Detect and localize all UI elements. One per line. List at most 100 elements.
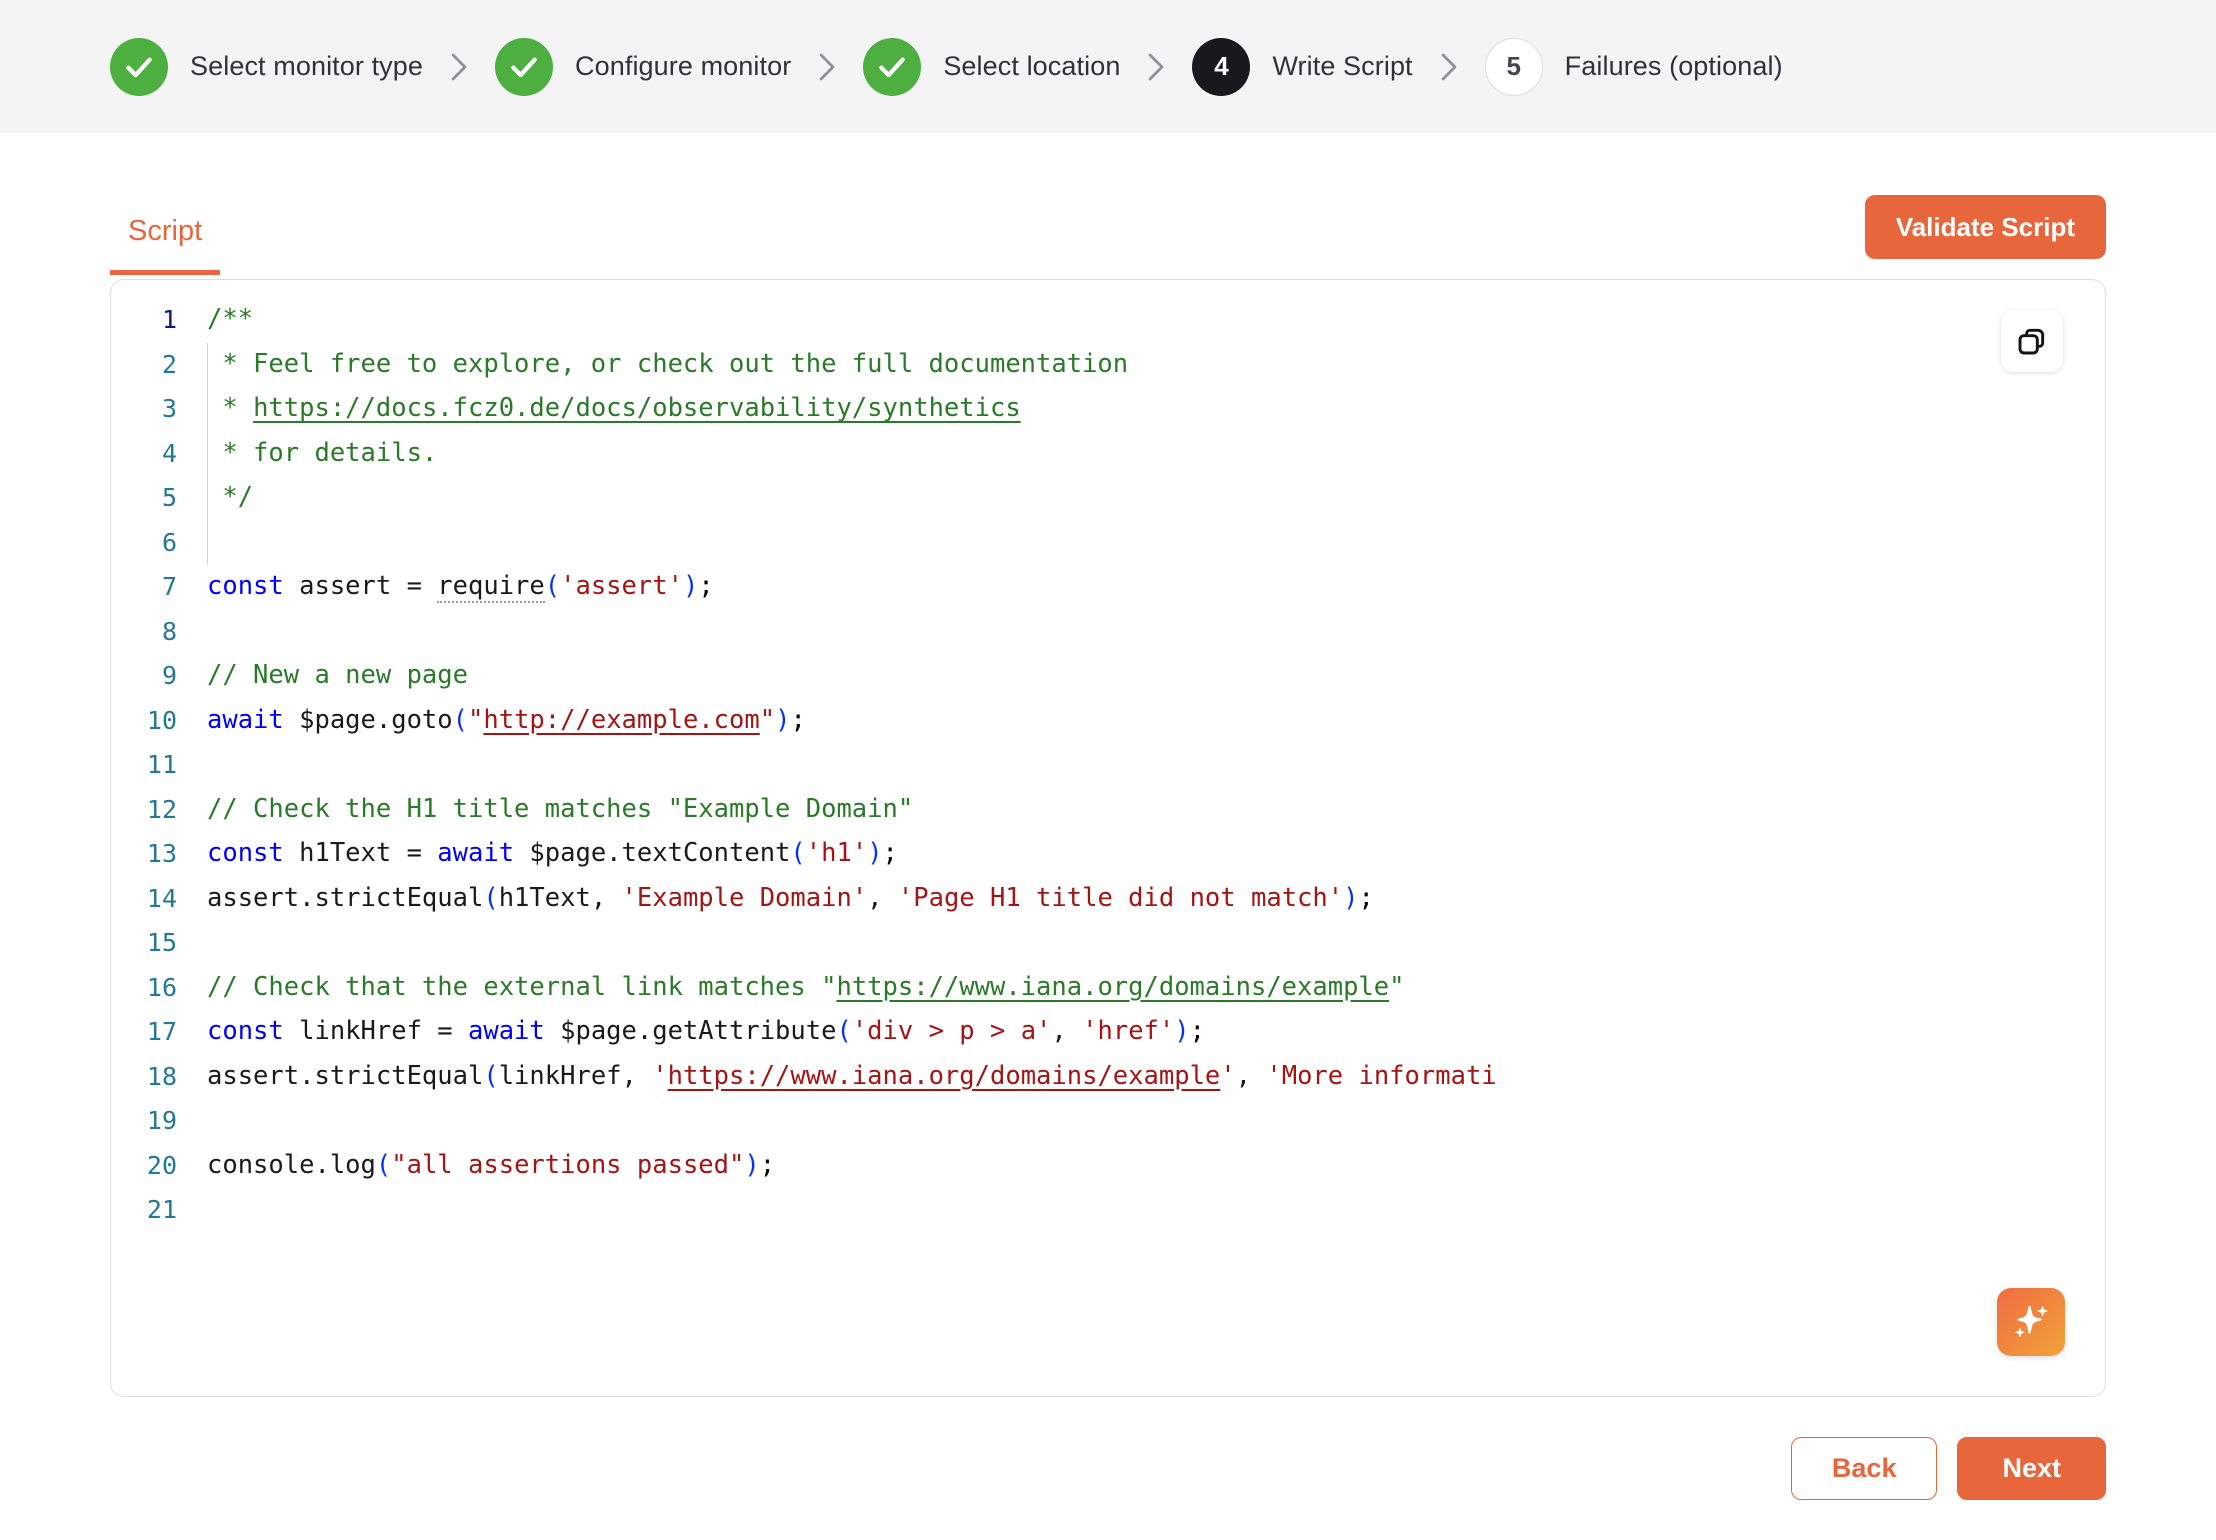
line-number: 21 bbox=[146, 1195, 177, 1224]
line-content[interactable] bbox=[207, 743, 1497, 788]
code-line: 20 console.log("all assertions passed"); bbox=[111, 1144, 1497, 1189]
line-number: 12 bbox=[146, 794, 177, 824]
tab-script[interactable]: Script bbox=[110, 209, 221, 275]
line-content[interactable]: const linkHref = await $page.getAttribut… bbox=[207, 1010, 1497, 1055]
line-number: 9 bbox=[161, 661, 177, 690]
line-number: 13 bbox=[146, 839, 177, 868]
code-editor[interactable]: 1 /** 2 * Feel free to explore, or check… bbox=[110, 279, 2106, 1397]
code-line: 1 /** bbox=[111, 298, 1497, 343]
panel-header: Script Validate Script bbox=[110, 195, 2106, 275]
line-number: 2 bbox=[161, 349, 177, 379]
code-editor-viewport[interactable]: 1 /** 2 * Feel free to explore, or check… bbox=[111, 280, 2105, 1396]
line-content[interactable]: const h1Text = await $page.textContent('… bbox=[207, 832, 1497, 877]
step-2-check-icon bbox=[495, 37, 554, 96]
code-line: 15 bbox=[111, 921, 1497, 966]
line-number: 3 bbox=[161, 394, 177, 423]
code-line: 11 bbox=[111, 743, 1497, 788]
line-number: 15 bbox=[146, 928, 177, 957]
step-3-check-icon bbox=[863, 37, 922, 96]
step-4-label: Write Script bbox=[1272, 51, 1413, 81]
code-line: 9 // New a new page bbox=[111, 654, 1497, 699]
code-line: 6 bbox=[111, 520, 1497, 565]
code-line: 12 // Check the H1 title matches "Exampl… bbox=[111, 788, 1497, 833]
step-5-number: 5 bbox=[1484, 37, 1543, 96]
line-number: 7 bbox=[161, 572, 177, 601]
line-content[interactable]: await $page.goto("http://example.com"); bbox=[207, 699, 1497, 744]
iana-url-link-assert[interactable]: https://www.iana.org/domains/example bbox=[668, 1061, 1221, 1091]
line-content[interactable]: */ bbox=[207, 476, 1497, 521]
line-number: 4 bbox=[161, 438, 177, 468]
back-button[interactable]: Back bbox=[1790, 1437, 1938, 1500]
step-2-label: Configure monitor bbox=[575, 51, 792, 81]
line-content[interactable]: console.log("all assertions passed"); bbox=[207, 1144, 1497, 1189]
step-5-label: Failures (optional) bbox=[1564, 51, 1783, 81]
main-content: Script Validate Script 1 /** 2 * Feel fr… bbox=[0, 195, 2216, 1540]
line-content[interactable]: * Feel free to explore, or check out the… bbox=[207, 342, 1497, 387]
line-number: 20 bbox=[146, 1150, 177, 1180]
chevron-right-icon bbox=[1146, 52, 1166, 82]
next-button[interactable]: Next bbox=[1957, 1437, 2106, 1500]
line-number: 8 bbox=[161, 616, 177, 646]
step-write-script[interactable]: 4 Write Script bbox=[1192, 37, 1413, 96]
editor-tabs: Script bbox=[110, 209, 221, 275]
code-line: 21 bbox=[111, 1188, 1497, 1233]
line-number: 14 bbox=[146, 883, 177, 913]
line-content[interactable]: * https://docs.fcz0.de/docs/observabilit… bbox=[207, 387, 1497, 432]
code-line: 10 await $page.goto("http://example.com"… bbox=[111, 699, 1497, 744]
line-content[interactable]: // Check that the external link matches … bbox=[207, 966, 1497, 1011]
line-content[interactable] bbox=[207, 1099, 1497, 1144]
goto-url-link[interactable]: http://example.com bbox=[483, 705, 759, 735]
code-line: 8 bbox=[111, 610, 1497, 655]
line-number: 6 bbox=[161, 527, 177, 557]
line-content[interactable] bbox=[207, 610, 1497, 655]
line-content[interactable]: /** bbox=[207, 298, 1497, 343]
code-line: 16 // Check that the external link match… bbox=[111, 966, 1497, 1011]
step-4-number: 4 bbox=[1192, 37, 1251, 96]
code-line: 18 assert.strictEqual(linkHref, 'https:/… bbox=[111, 1055, 1497, 1100]
step-3-label: Select location bbox=[943, 51, 1121, 81]
chevron-right-icon bbox=[817, 52, 837, 82]
line-number: 1 bbox=[161, 305, 177, 334]
line-content[interactable] bbox=[207, 520, 1497, 565]
step-1-check-icon bbox=[110, 37, 168, 96]
line-content[interactable]: assert.strictEqual(h1Text, 'Example Doma… bbox=[207, 877, 1497, 922]
code-line: 3 * https://docs.fcz0.de/docs/observabil… bbox=[111, 387, 1497, 432]
line-number: 16 bbox=[146, 972, 177, 1002]
code-lines: 1 /** 2 * Feel free to explore, or check… bbox=[111, 298, 1497, 1233]
code-line: 7 const assert = require('assert'); bbox=[111, 565, 1497, 610]
line-content[interactable]: * for details. bbox=[207, 431, 1497, 476]
line-content[interactable] bbox=[207, 921, 1497, 966]
line-content[interactable]: const assert = require('assert'); bbox=[207, 565, 1497, 610]
step-failures-optional[interactable]: 5 Failures (optional) bbox=[1484, 37, 1783, 96]
chevron-right-icon bbox=[449, 52, 469, 82]
code-line: 14 assert.strictEqual(h1Text, 'Example D… bbox=[111, 877, 1497, 922]
line-content[interactable] bbox=[207, 1188, 1497, 1233]
line-content[interactable]: assert.strictEqual(linkHref, 'https://ww… bbox=[207, 1055, 1497, 1100]
step-1-label: Select monitor type bbox=[190, 51, 424, 81]
step-select-location[interactable]: Select location bbox=[863, 37, 1121, 96]
code-line: 2 * Feel free to explore, or check out t… bbox=[111, 342, 1497, 387]
wizard-footer: Back Next bbox=[110, 1437, 2106, 1540]
step-select-monitor-type[interactable]: Select monitor type bbox=[110, 37, 424, 96]
line-number: 17 bbox=[146, 1017, 177, 1046]
code-line: 5 */ bbox=[111, 476, 1497, 521]
code-line: 19 bbox=[111, 1099, 1497, 1144]
code-line: 4 * for details. bbox=[111, 431, 1497, 476]
line-number: 11 bbox=[146, 750, 177, 779]
line-number: 10 bbox=[146, 705, 177, 735]
line-number: 5 bbox=[161, 483, 177, 512]
line-content[interactable]: // New a new page bbox=[207, 654, 1497, 699]
chevron-right-icon bbox=[1439, 52, 1459, 82]
code-line: 17 const linkHref = await $page.getAttri… bbox=[111, 1010, 1497, 1055]
sparkle-icon[interactable] bbox=[1997, 1288, 2065, 1356]
step-configure-monitor[interactable]: Configure monitor bbox=[495, 37, 792, 96]
doc-url-link[interactable]: https://docs.fcz0.de/docs/observability/… bbox=[253, 393, 1021, 423]
validate-script-button[interactable]: Validate Script bbox=[1864, 195, 2106, 259]
code-line: 13 const h1Text = await $page.textConten… bbox=[111, 832, 1497, 877]
copy-icon[interactable] bbox=[2001, 310, 2063, 372]
iana-url-link-comment[interactable]: https://www.iana.org/domains/example bbox=[836, 972, 1389, 1002]
line-content[interactable]: // Check the H1 title matches "Example D… bbox=[207, 788, 1497, 833]
line-number: 18 bbox=[146, 1061, 177, 1091]
wizard-stepper: Select monitor type Configure monitor Se… bbox=[0, 0, 2216, 133]
line-number: 19 bbox=[146, 1106, 177, 1135]
